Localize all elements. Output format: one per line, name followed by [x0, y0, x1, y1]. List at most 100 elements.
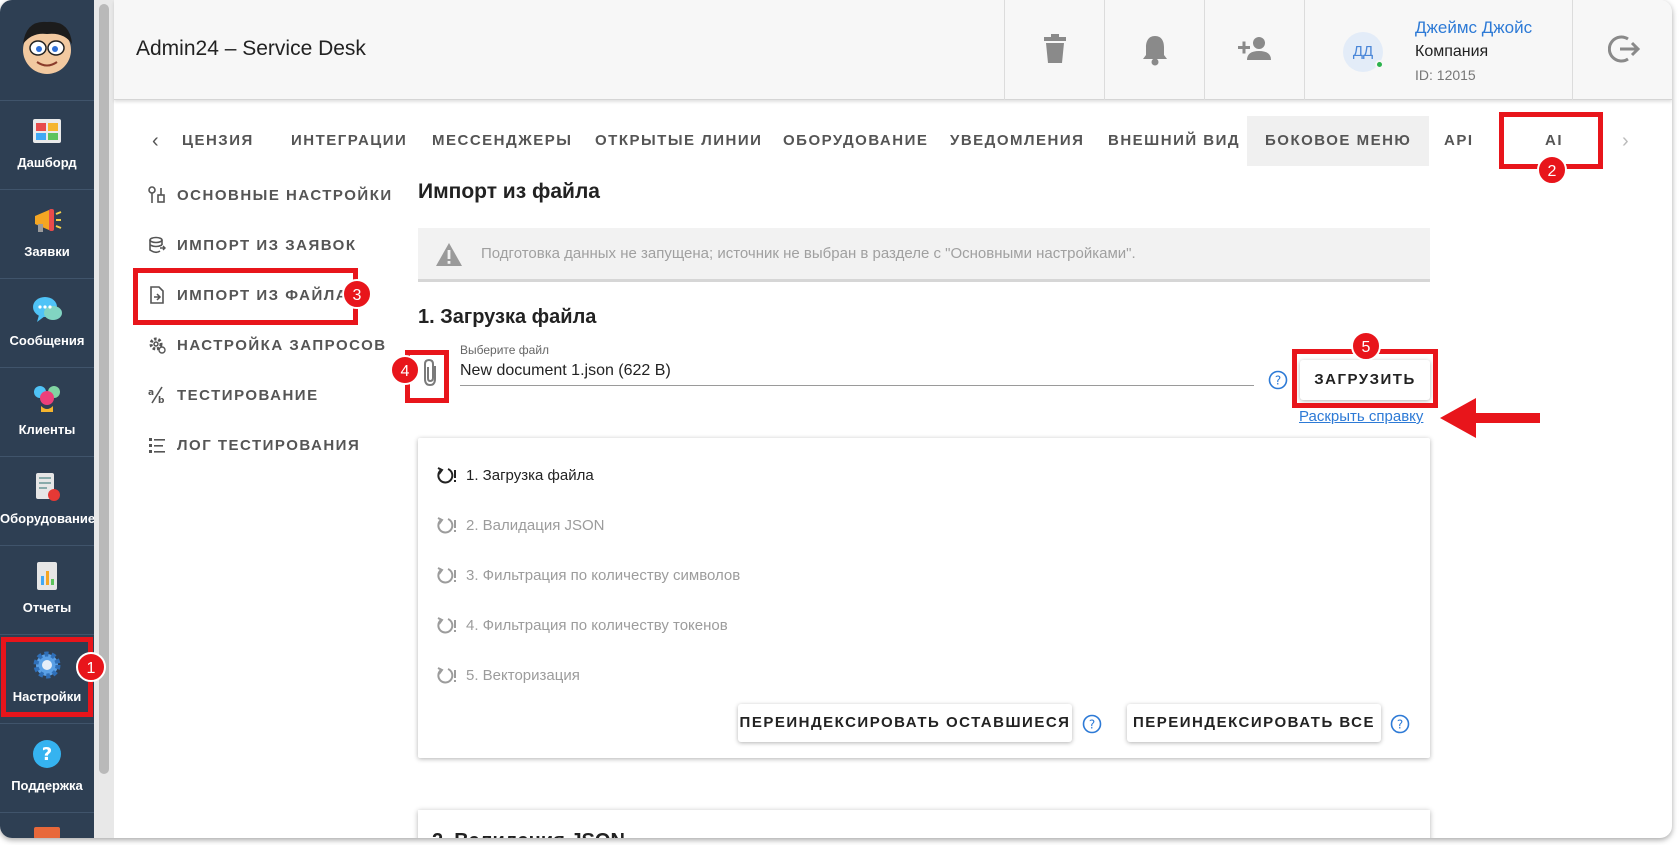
svg-text:b: b	[158, 396, 166, 404]
step-label: 2. Валидация JSON	[466, 517, 605, 534]
tab-api[interactable]: API	[1444, 116, 1474, 166]
tab-messengers[interactable]: МЕССЕНДЖЕРЫ	[432, 116, 572, 166]
sidebar-item-more[interactable]	[0, 812, 94, 838]
logout-button[interactable]	[1572, 0, 1672, 100]
warning-alert: Подготовка данных не запущена; источник …	[418, 228, 1430, 282]
sidebar-item-label: Дашборд	[17, 155, 77, 170]
list-log-icon	[149, 438, 165, 453]
annotation-badge: 5	[1351, 331, 1381, 361]
tab-integrations[interactable]: ИНТЕГРАЦИИ	[289, 116, 409, 166]
percent-test-icon: a b	[148, 386, 166, 404]
reports-icon	[37, 562, 57, 590]
reindex-all-button[interactable]: ПЕРЕИНДЕКСИРОВАТЬ ВСЕ	[1127, 704, 1381, 742]
tab-equipment[interactable]: ОБОРУДОВАНИЕ	[783, 116, 928, 166]
partial-icon	[34, 827, 60, 838]
clients-icon	[34, 386, 60, 412]
file-input-label: Выберите файл	[460, 343, 550, 357]
notifications-button[interactable]	[1104, 0, 1204, 100]
pending-refresh-icon	[437, 467, 456, 484]
tabs-scroll-left-icon[interactable]: ‹	[152, 130, 159, 153]
question-icon[interactable]: ?	[1082, 714, 1102, 734]
logout-icon	[1608, 35, 1640, 63]
alert-text: Подготовка данных не запущена; источник …	[481, 245, 1136, 262]
section-title: 1. Загрузка файла	[418, 306, 597, 328]
cog-request-icon	[149, 337, 166, 354]
tab-side-menu[interactable]: БОКОВОЕ МЕНЮ	[1247, 116, 1430, 166]
pending-refresh-icon	[437, 667, 456, 684]
warning-icon	[436, 243, 462, 266]
menu-label: НАСТРОЙКА ЗАПРОСОВ	[177, 337, 387, 354]
bell-icon	[1143, 36, 1167, 66]
reindex-remaining-button[interactable]: ПЕРЕИНДЕКСИРОВАТЬ ОСТАВШИЕСЯ	[738, 704, 1072, 742]
sidebar-item-label: Отчеты	[22, 600, 72, 615]
mascot-logo-icon	[23, 21, 72, 74]
question-icon[interactable]: ?	[1268, 370, 1288, 390]
section-title: 2. Валидация JSON	[432, 830, 625, 838]
svg-text:a: a	[148, 388, 156, 398]
app-window: Дашборд Заявки Сообщения Клиенты Оборудо…	[0, 0, 1672, 838]
sidebar-item-dashboard[interactable]: Дашборд	[0, 100, 94, 188]
sidebar-item-label: Клиенты	[18, 422, 76, 437]
step-label: 1. Загрузка файла	[466, 467, 594, 484]
sidebar-item-label: Поддержка	[11, 778, 83, 793]
settings-tabs: ‹ ЦЕНЗИЯ ИНТЕГРАЦИИ МЕССЕНДЖЕРЫ ОТКРЫТЫЕ…	[114, 110, 1672, 172]
user-company: Компания	[1415, 43, 1489, 60]
user-name[interactable]: Джеймс Джойс	[1415, 18, 1532, 38]
sidebar-item-label: Оборудование	[0, 511, 96, 526]
sidebar-item-label: Заявки	[24, 244, 70, 259]
step-label: 5. Векторизация	[466, 667, 580, 684]
pending-refresh-icon	[437, 517, 456, 534]
online-status-dot	[1375, 60, 1384, 69]
tab-notifications[interactable]: УВЕДОМЛЕНИЯ	[950, 116, 1084, 166]
trash-button[interactable]	[1004, 0, 1104, 100]
menu-label: ТЕСТИРОВАНИЕ	[177, 387, 319, 404]
app-title: Admin24 – Service Desk	[136, 37, 366, 60]
equipment-icon	[36, 473, 60, 501]
top-header: Admin24 – Service Desk ДД Джеймс Джойс К…	[114, 0, 1672, 100]
svg-text:?: ?	[42, 744, 52, 765]
file-input[interactable]: New document 1.json (622 B)	[460, 362, 1254, 386]
annotation-box-import-file	[133, 268, 358, 325]
step-label: 4. Фильтрация по количеству токенов	[466, 617, 728, 634]
tab-appearance[interactable]: ВНЕШНИЙ ВИД	[1108, 116, 1240, 166]
trash-icon	[1044, 34, 1066, 63]
annotation-badge: 1	[76, 652, 106, 682]
chat-icon	[33, 297, 62, 322]
user-profile[interactable]: ДД Джеймс Джойс Компания ID: 12015	[1304, 0, 1572, 100]
megaphone-icon	[35, 209, 62, 232]
user-id: ID: 12015	[1415, 67, 1476, 83]
tab-license[interactable]: ЦЕНЗИЯ	[182, 116, 254, 166]
sidebar-item-messages[interactable]: Сообщения	[0, 278, 94, 366]
step-label: 3. Фильтрация по количеству символов	[466, 567, 741, 584]
sidebar-item-reports[interactable]: Отчеты	[0, 545, 94, 633]
add-user-button[interactable]	[1204, 0, 1304, 100]
sidebar-item-support[interactable]: ? Поддержка	[0, 723, 94, 811]
annotation-badge: 4	[390, 355, 420, 385]
sidebar-item-label: Сообщения	[9, 333, 85, 348]
steps-card: 1. Загрузка файла 2. Валидация JSON 3. Ф…	[418, 438, 1430, 758]
database-import-icon	[149, 236, 166, 254]
dashboard-icon	[33, 119, 61, 143]
svg-text:?: ?	[1275, 374, 1281, 388]
pending-refresh-icon	[437, 617, 456, 634]
menu-label: ОСНОВНЫЕ НАСТРОЙКИ	[177, 187, 393, 204]
menu-label: ЛОГ ТЕСТИРОВАНИЯ	[177, 437, 361, 454]
sidebar-item-equipment[interactable]: Оборудование	[0, 456, 96, 544]
annotation-arrow-icon	[1440, 398, 1540, 438]
pending-refresh-icon	[437, 567, 456, 584]
sidebar-item-clients[interactable]: Клиенты	[0, 367, 94, 455]
tabs-scroll-right-icon[interactable]: ›	[1622, 130, 1629, 153]
question-icon[interactable]: ?	[1390, 714, 1410, 734]
svg-text:?: ?	[1089, 718, 1095, 732]
sidebar-item-requests[interactable]: Заявки	[0, 189, 94, 277]
page-title: Импорт из файла	[418, 180, 600, 203]
help-icon: ?	[33, 740, 61, 768]
menu-label: ИМПОРТ ИЗ ЗАЯВОК	[177, 237, 357, 254]
settings-sliders-icon	[148, 186, 165, 203]
annotation-badge: 2	[1537, 155, 1567, 185]
expand-help-link[interactable]: Раскрыть справку	[1299, 408, 1423, 425]
section2-card: 2. Валидация JSON	[418, 810, 1430, 838]
annotation-badge: 3	[342, 279, 372, 309]
tab-open-lines[interactable]: ОТКРЫТЫЕ ЛИНИИ	[595, 116, 762, 166]
svg-text:?: ?	[1397, 718, 1403, 732]
